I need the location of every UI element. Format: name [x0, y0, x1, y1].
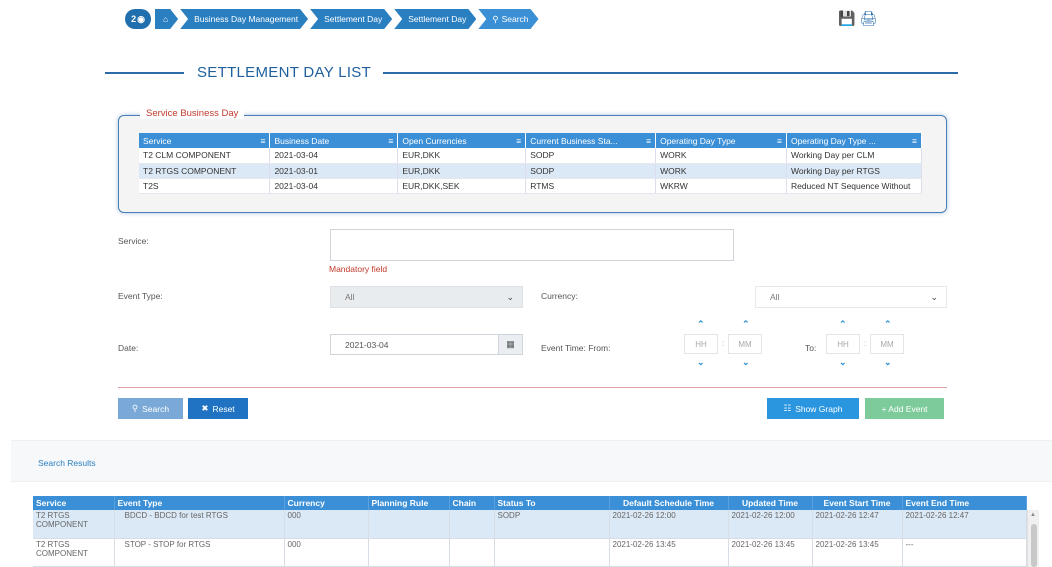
graph-icon: ☷ — [783, 403, 792, 413]
breadcrumb-business-day-management[interactable]: Business Day Management — [180, 9, 308, 29]
form-divider — [118, 387, 947, 388]
column-header-status-to[interactable]: Status To — [494, 496, 610, 510]
print-icon[interactable]: 🖨 — [859, 10, 877, 27]
to-hour-down-icon[interactable]: ⌄ — [839, 357, 847, 368]
mandatory-field-message: Mandatory field — [329, 264, 388, 274]
menu-icon[interactable]: ≡ — [912, 136, 917, 146]
table-row[interactable]: T2 CLM COMPONENT 2021-03-04 EUR,DKK SODP… — [139, 148, 923, 164]
results-scrollbar[interactable]: ▲ — [1027, 510, 1039, 567]
history-count: 2 — [131, 14, 137, 24]
date-input[interactable]: 2021-03-04 ▦ — [330, 334, 523, 355]
search-results-header — [11, 440, 1052, 482]
from-minute-input[interactable]: MM — [728, 334, 762, 354]
menu-icon[interactable]: ≡ — [388, 136, 393, 146]
show-graph-button[interactable]: ☷ Show Graph — [767, 398, 859, 419]
menu-icon[interactable]: ≡ — [777, 136, 782, 146]
search-icon: ⚲ — [492, 13, 499, 24]
column-header-business-date[interactable]: Business Date ≡ — [269, 133, 399, 148]
home-icon: ⌂ — [163, 14, 169, 24]
column-header-current-business-status[interactable]: Current Business Sta... ≡ — [525, 133, 657, 148]
column-header-operating-day-type[interactable]: Operating Day Type ≡ — [655, 133, 787, 148]
to-minute-down-icon[interactable]: ⌄ — [884, 357, 892, 368]
title-rule-left — [105, 72, 184, 74]
top-toolbar: 💾 🖨 — [838, 10, 877, 27]
add-event-button[interactable]: + Add Event — [865, 398, 944, 419]
close-icon: ✖ — [201, 403, 209, 413]
search-results-label[interactable]: Search Results — [38, 458, 96, 468]
reset-button[interactable]: ✖ Reset — [188, 398, 248, 419]
breadcrumb-search[interactable]: ⚲ Search — [478, 9, 538, 29]
save-icon[interactable]: 💾 — [838, 10, 855, 27]
table-row[interactable]: T2S 2021-03-04 EUR,DKK,SEK RTMS WKRW Red… — [139, 178, 923, 194]
column-header-open-currencies[interactable]: Open Currencies ≡ — [397, 133, 527, 148]
table-row[interactable]: T2 RTGS COMPONENT STOP - STOP for RTGS 0… — [33, 538, 1027, 567]
from-hour-input[interactable]: HH — [684, 334, 718, 354]
menu-icon[interactable]: ≡ — [260, 136, 265, 146]
to-minute-input[interactable]: MM — [870, 334, 904, 354]
column-header-operating-day-type-desc[interactable]: Operating Day Type ... ≡ — [786, 133, 923, 148]
service-label: Service: — [118, 236, 149, 246]
event-time-from-label: Event Time: From: — [541, 343, 611, 353]
column-header-default-schedule-time[interactable]: Default Schedule Time — [609, 496, 729, 510]
time-separator: : — [864, 339, 867, 348]
column-header-service[interactable]: Service ≡ — [139, 133, 271, 148]
from-hour-down-icon[interactable]: ⌄ — [697, 357, 705, 368]
service-business-day-legend: Service Business Day — [140, 108, 245, 119]
menu-icon[interactable]: ≡ — [646, 136, 651, 146]
to-label: To: — [805, 343, 817, 353]
history-counter[interactable]: 2 ◉ — [125, 9, 151, 29]
column-header-updated-time[interactable]: Updated Time — [728, 496, 813, 510]
eye-icon: ◉ — [137, 13, 145, 24]
breadcrumb-settlement-day-2[interactable]: Settlement Day — [394, 9, 476, 29]
service-business-day-table: Service ≡ Business Date ≡ Open Currencies ≡… — [139, 133, 923, 194]
currency-select[interactable]: All ⌄ — [755, 286, 947, 308]
to-hour-up-icon[interactable]: ⌃ — [839, 319, 847, 330]
event-type-select[interactable]: All ⌄ — [330, 286, 523, 308]
time-separator: : — [722, 339, 725, 348]
calendar-icon[interactable]: ▦ — [498, 335, 522, 354]
from-hour-up-icon[interactable]: ⌃ — [697, 319, 705, 330]
to-hour-input[interactable]: HH — [826, 334, 860, 354]
breadcrumb-settlement-day-1[interactable]: Settlement Day — [310, 9, 392, 29]
column-header-event-start-time[interactable]: Event Start Time — [812, 496, 903, 510]
date-label: Date: — [118, 343, 139, 353]
chevron-down-icon: ⌄ — [506, 291, 514, 302]
title-rule-right — [383, 72, 958, 74]
event-type-label: Event Type: — [118, 291, 163, 301]
table-row[interactable]: T2 RTGS COMPONENT BDCD - BDCD for test R… — [33, 510, 1027, 539]
table-row[interactable]: T2 RTGS COMPONENT 2021-03-01 EUR,DKK SOD… — [139, 163, 923, 179]
menu-icon[interactable]: ≡ — [516, 136, 521, 146]
search-results-table: Service Event Type Currency Planning Rul… — [33, 496, 1027, 567]
scroll-up-icon[interactable]: ▲ — [1030, 512, 1036, 518]
column-header-event-end-time[interactable]: Event End Time — [902, 496, 1027, 510]
breadcrumb: 2 ◉ ⌂ Business Day Management Settlement… — [125, 9, 539, 29]
scrollbar-thumb[interactable] — [1031, 524, 1037, 567]
page: 2 ◉ ⌂ Business Day Management Settlement… — [0, 0, 1052, 567]
search-button[interactable]: ⚲ Search — [118, 398, 183, 419]
column-header-planning-rule[interactable]: Planning Rule — [368, 496, 450, 510]
column-header-chain[interactable]: Chain — [449, 496, 495, 510]
from-minute-down-icon[interactable]: ⌄ — [742, 357, 750, 368]
column-header-service[interactable]: Service — [33, 496, 115, 510]
page-title: SETTLEMENT DAY LIST — [197, 64, 372, 81]
from-minute-up-icon[interactable]: ⌃ — [742, 319, 750, 330]
column-header-currency[interactable]: Currency — [284, 496, 369, 510]
currency-label: Currency: — [541, 291, 578, 301]
search-icon: ⚲ — [131, 403, 139, 413]
to-minute-up-icon[interactable]: ⌃ — [884, 319, 892, 330]
chevron-down-icon: ⌄ — [930, 291, 938, 302]
home-button[interactable]: ⌂ — [155, 9, 178, 29]
column-header-event-type[interactable]: Event Type — [114, 496, 285, 510]
service-input[interactable] — [330, 229, 734, 261]
